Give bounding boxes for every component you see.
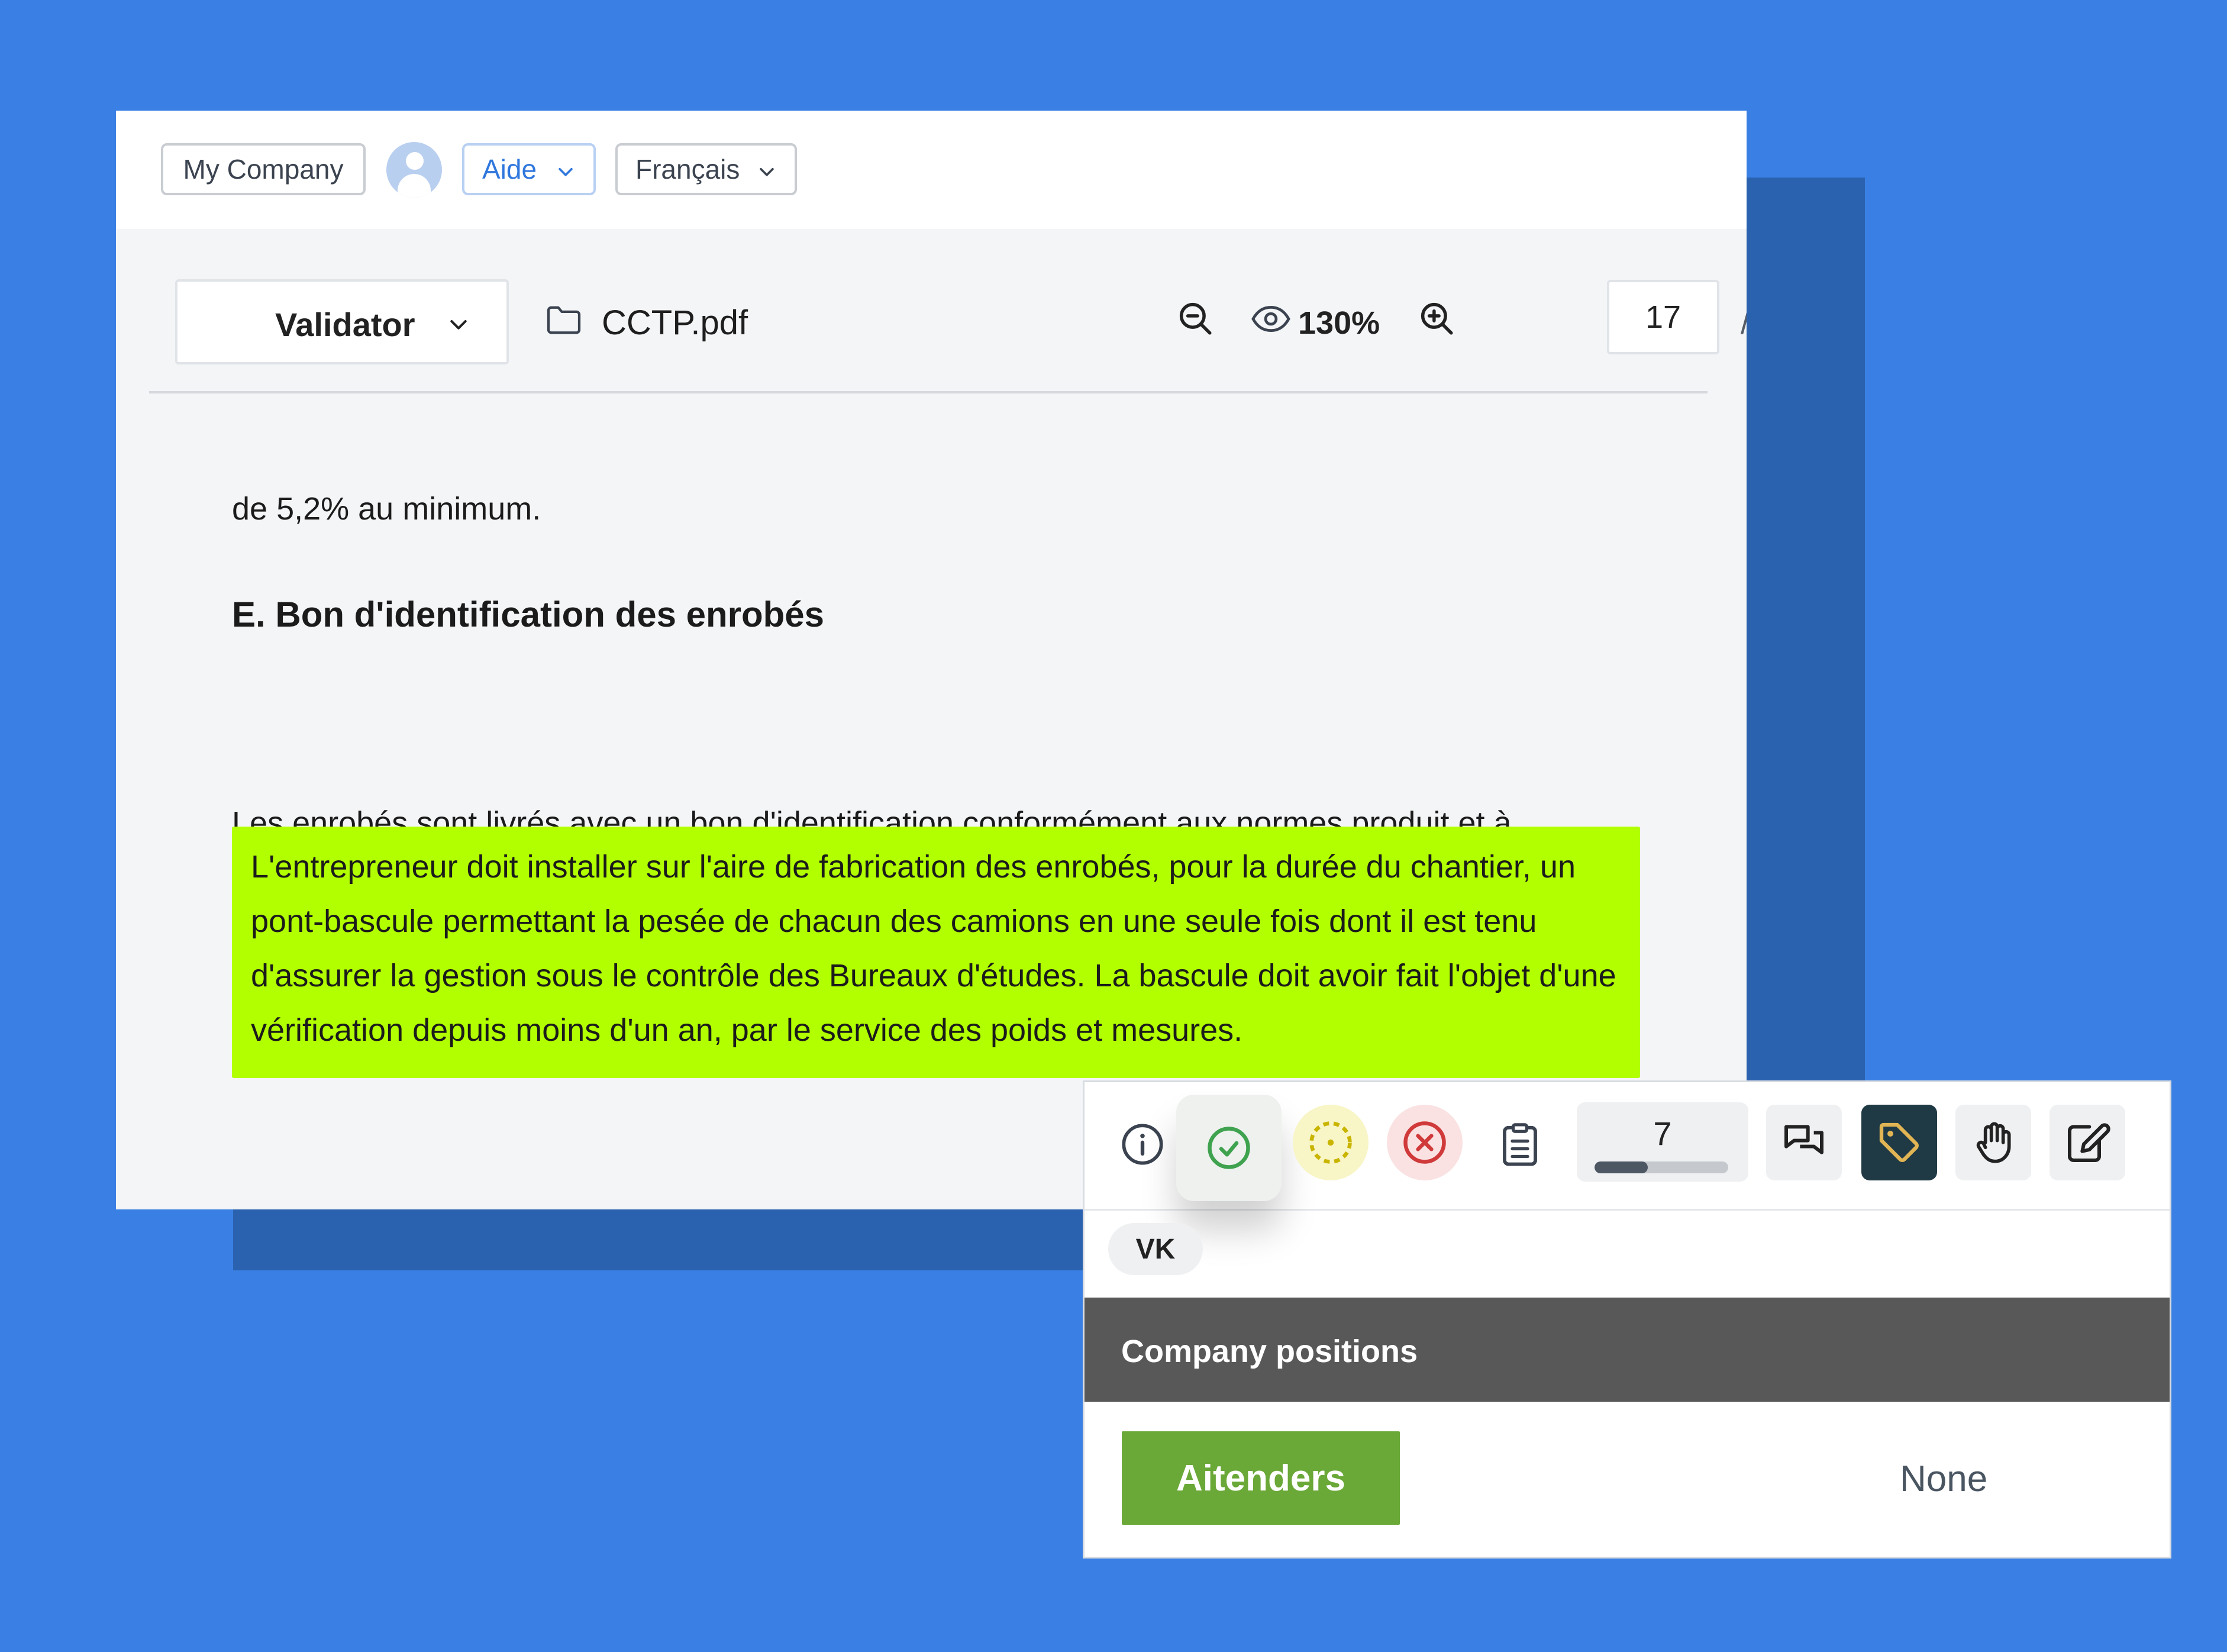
- eye-icon: [1251, 306, 1290, 332]
- score-progress-fill: [1595, 1161, 1648, 1173]
- avatar-body: [398, 174, 431, 198]
- tag-icon: [1879, 1122, 1919, 1162]
- company-tag[interactable]: Aitenders: [1122, 1431, 1400, 1525]
- comments-button[interactable]: [1766, 1105, 1842, 1180]
- partial-button[interactable]: [1293, 1105, 1369, 1180]
- company-label: My Company: [183, 154, 344, 185]
- language-dropdown[interactable]: Français: [615, 143, 797, 195]
- check-circle-icon: [1208, 1127, 1250, 1169]
- avatar-head: [406, 152, 424, 170]
- help-dropdown[interactable]: Aide: [462, 143, 596, 195]
- page-total: /38: [1741, 305, 1747, 341]
- help-label: Aide: [482, 154, 537, 185]
- dashed-circle-icon: [1309, 1121, 1352, 1164]
- document-heading: E. Bon d'identification des enrobés: [232, 595, 825, 634]
- chevron-down-icon: [559, 167, 573, 176]
- document-viewer-window: My Company Aide Français Validator CCTP.…: [116, 111, 1747, 1209]
- tag-button[interactable]: [1861, 1105, 1937, 1180]
- highlighted-requirement[interactable]: L'entrepreneur doit installer sur l'aire…: [232, 827, 1640, 1078]
- score-progress-bar: [1595, 1161, 1728, 1173]
- file-name: CCTP.pdf: [602, 304, 748, 342]
- annotation-panel: 7 VK Company positions Aitenders None: [1083, 1080, 2171, 1559]
- role-select[interactable]: Validator: [175, 279, 509, 364]
- chevron-down-icon: [760, 167, 774, 176]
- approve-button[interactable]: [1176, 1095, 1282, 1201]
- edit-button[interactable]: [2050, 1105, 2125, 1180]
- avatar[interactable]: [386, 142, 442, 198]
- zoom-in-icon[interactable]: [1417, 299, 1456, 338]
- info-icon[interactable]: [1120, 1122, 1165, 1167]
- viewer-toolbar: Validator CCTP.pdf 130% /38: [149, 253, 1747, 393]
- chevron-down-icon: [450, 320, 467, 330]
- edit-icon: [2068, 1123, 2110, 1162]
- score-value: 7: [1653, 1115, 1672, 1152]
- document-text-line: de 5,2% au minimum.: [232, 491, 541, 527]
- hand-tool-button[interactable]: [1955, 1105, 2031, 1180]
- score-widget[interactable]: 7: [1577, 1102, 1748, 1182]
- position-value[interactable]: None: [1900, 1458, 1987, 1500]
- hand-icon: [1976, 1122, 2011, 1163]
- zoom-level: 130%: [1298, 305, 1380, 341]
- clipboard-icon[interactable]: [1499, 1122, 1541, 1168]
- top-bar: My Company Aide Français: [116, 111, 1747, 229]
- annotation-toolbar: 7: [1085, 1082, 2170, 1211]
- company-positions-header: Company positions: [1085, 1298, 2170, 1402]
- folder-icon: [547, 306, 581, 334]
- comments-icon: [1784, 1125, 1823, 1154]
- company-button[interactable]: My Company: [161, 143, 366, 195]
- user-initials-chip[interactable]: VK: [1108, 1223, 1203, 1275]
- language-label: Français: [635, 154, 740, 185]
- company-positions-title: Company positions: [1121, 1334, 1418, 1369]
- page-number-input[interactable]: [1607, 280, 1719, 354]
- zoom-out-icon[interactable]: [1176, 299, 1215, 338]
- reject-button[interactable]: [1387, 1105, 1463, 1180]
- x-circle-icon: [1403, 1121, 1446, 1164]
- role-label: Validator: [275, 306, 415, 343]
